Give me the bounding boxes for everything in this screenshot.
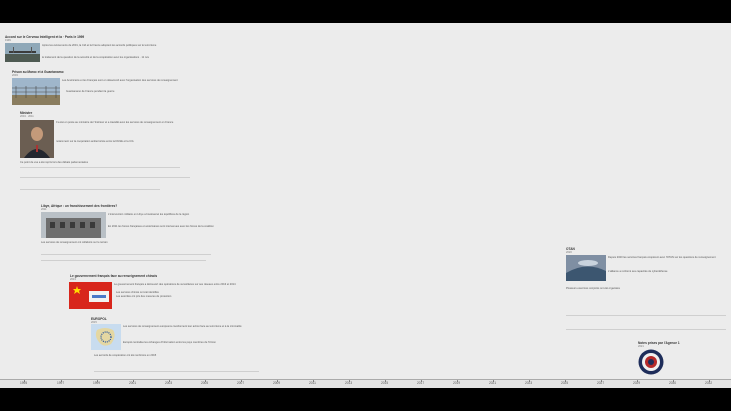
axis-tick-label: 2013 xyxy=(345,381,353,385)
entry-6-text-3: Les accords de coopération ont été renfo… xyxy=(94,354,157,357)
axis-tick-label: 2001 xyxy=(129,381,137,385)
axis-tick-label: 2019 xyxy=(453,381,461,385)
entry-7-text-3: Plusieurs exercices conjoints ont été or… xyxy=(566,287,620,290)
entry-2-text-2: Guantanamo de France pendant la guerre xyxy=(66,90,115,93)
axis-tick-label: 2032 xyxy=(705,381,713,385)
entry-5-text-2: Les services chinois ont été identifiés xyxy=(116,291,159,294)
entry-2-text-1: Les Américains et les Français sont en d… xyxy=(62,79,178,82)
entry-5-heading: Le gouvernement français face au renseig… xyxy=(70,274,158,278)
entry-4-text-2: En 2011 les forces françaises et américa… xyxy=(108,225,214,228)
axis-tick-label: 2003 xyxy=(165,381,173,385)
prison-fence-photo-thumbnail[interactable] xyxy=(12,78,60,105)
axis-tick-label: 2025 xyxy=(561,381,569,385)
page-title: Accord sur le Cerveau Intelligent et la … xyxy=(5,35,85,39)
paragraph-divider xyxy=(566,329,726,330)
axis-tick-label: 2017 xyxy=(417,381,425,385)
entry-3-text-2: notamment sur la coopération antiterrori… xyxy=(56,140,134,143)
entry-4-text-1: L'intervention militaire en Libye a boul… xyxy=(108,213,190,216)
entry-1-text-1: Après les évènements de 2001, la CIA et … xyxy=(42,44,157,47)
entry-5-text-3: Les autorités ont pris des mesures de pr… xyxy=(116,295,172,298)
paragraph-divider xyxy=(41,254,211,255)
axis-tick-label: 2030 xyxy=(669,381,677,385)
minister-portrait-thumbnail[interactable] xyxy=(20,120,54,158)
axis-tick-label: 2021 xyxy=(489,381,497,385)
entry-7-text-2: L'alliance a renforcé ses capacités de c… xyxy=(608,270,668,273)
entry-3-text-1: Il a été en poste au ministère de l'Inté… xyxy=(56,121,174,124)
paragraph-divider xyxy=(20,189,160,190)
paragraph-divider xyxy=(41,260,206,261)
axis-tick-label: 2029 xyxy=(633,381,641,385)
entry-3-year: 2004 · 2011 xyxy=(20,115,34,118)
paragraph-divider xyxy=(20,167,180,168)
entry-4-text-3: Les services de renseignement ont collab… xyxy=(41,241,108,244)
axis-tick-label: 1995 xyxy=(20,381,28,385)
top-letterbox-bar xyxy=(0,0,731,23)
axis-tick-label: 1997 xyxy=(57,381,65,385)
entry-7-year: 2020 xyxy=(566,251,572,254)
entry-3-text-3: Ce point de vue a été repris lors des dé… xyxy=(20,161,89,164)
axis-tick-label: 2023 xyxy=(525,381,533,385)
embassy-building-photo-thumbnail[interactable] xyxy=(41,212,106,238)
paragraph-divider xyxy=(94,371,259,372)
china-flag-google-photo-thumbnail[interactable] xyxy=(69,282,112,309)
axis-tick-label: 2009 xyxy=(273,381,281,385)
axis-tick-label: 2015 xyxy=(381,381,389,385)
axis-tick-label: 2007 xyxy=(237,381,245,385)
bottom-letterbox-bar xyxy=(0,388,731,411)
timeline-axis[interactable]: 1995 1997 1999 2001 2003 2005 2007 2009 … xyxy=(0,379,731,388)
page-subtitle: 1999 xyxy=(5,39,11,42)
entry-5-text-1: Le gouvernement français a découvert des… xyxy=(114,283,236,286)
paragraph-divider xyxy=(566,315,726,316)
entry-2-heading: Prison au Maroc et à Guantanamo xyxy=(12,70,64,74)
axis-tick-label: 1999 xyxy=(93,381,101,385)
europe-map-thumbnail[interactable] xyxy=(91,324,121,350)
entry-7-text-1: Depuis 2020 les services français coopèr… xyxy=(608,256,716,259)
entry-1-text-2: le traitement de la question de la sécur… xyxy=(42,56,150,59)
entry-6-text-1: Les services de renseignement européens … xyxy=(123,325,242,328)
entry-6-text-2: Europol centralise les échanges d'inform… xyxy=(123,341,216,344)
earth-satellite-photo-thumbnail[interactable] xyxy=(566,255,606,281)
entry-4-heading: Libye, Afrique : un franchissement des f… xyxy=(41,204,118,208)
timeline-canvas[interactable]: Accord sur le Cerveau Intelligent et la … xyxy=(0,23,731,388)
entry-8-heading: Notes prises par l'Agence 1 xyxy=(638,341,680,345)
axis-tick-label: 2011 xyxy=(309,381,316,385)
axis-tick-label: 2027 xyxy=(597,381,605,385)
entry-5-year: 2013 xyxy=(70,278,76,281)
entry-2-year: 2003 xyxy=(12,74,18,77)
entry-4-year: 2011 xyxy=(41,208,47,211)
agency-seal-thumbnail[interactable] xyxy=(638,349,664,375)
paragraph-divider xyxy=(20,177,190,178)
bridge-photo-thumbnail[interactable] xyxy=(5,43,40,62)
entry-8-year: 2021 xyxy=(638,345,644,348)
axis-tick-label: 2005 xyxy=(201,381,209,385)
